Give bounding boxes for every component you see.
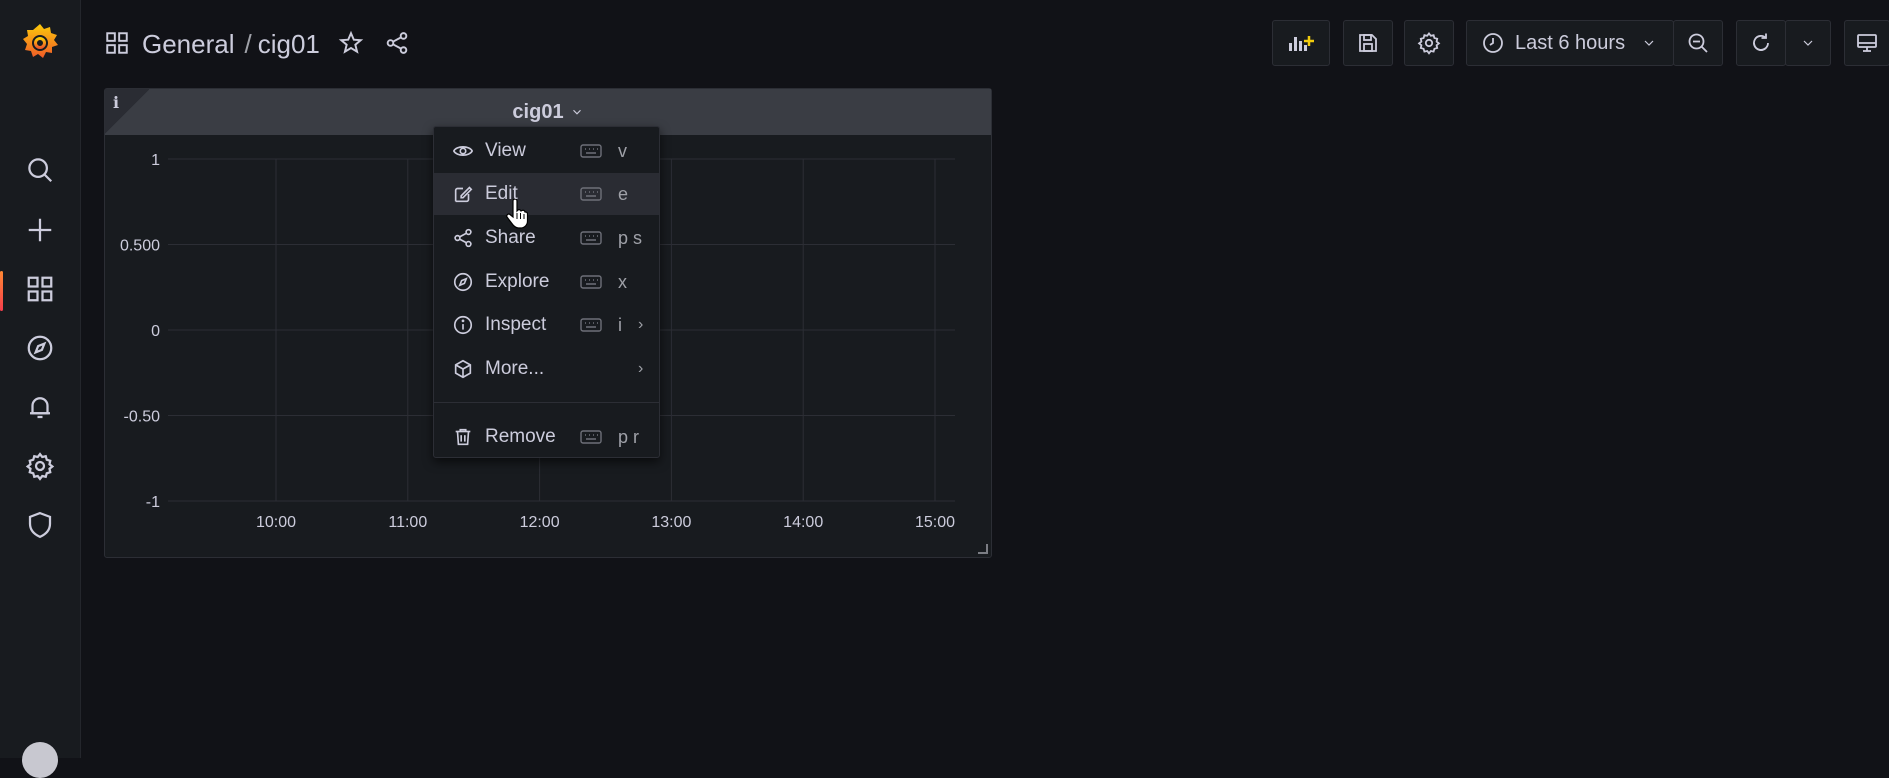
explore-compass-icon[interactable] [0, 322, 80, 374]
menu-item-inspect[interactable]: Inspect i › [434, 304, 659, 346]
submenu-chevron-icon: › [638, 360, 644, 377]
x-tick-label: 14:00 [783, 514, 823, 531]
plus-icon[interactable] [0, 204, 80, 256]
chevron-down-icon [572, 109, 581, 115]
menu-item-view[interactable]: View v [434, 130, 659, 172]
user-avatar[interactable] [22, 742, 58, 778]
y-tick-label: -0.50 [124, 409, 161, 426]
grafana-logo[interactable] [18, 20, 62, 64]
dashboard-settings-button[interactable] [1404, 20, 1454, 66]
cube-icon [452, 358, 474, 380]
chevron-down-icon [1644, 40, 1654, 46]
menu-item-edit[interactable]: Edit e [434, 173, 659, 215]
refresh-icon [1753, 33, 1769, 51]
panel-info-corner[interactable]: i [105, 89, 149, 135]
y-tick-label: 1 [151, 152, 160, 169]
share-icon [452, 227, 474, 249]
panel-context-menu: View v Edit e Share p s Explore x Inspec… [433, 126, 660, 458]
gear-icon [1417, 32, 1441, 55]
star-icon[interactable] [338, 30, 366, 58]
menu-item-shortcut: p r [618, 426, 640, 447]
info-circle-icon [452, 314, 474, 336]
sidebar [0, 0, 81, 778]
menu-item-label: Share [485, 227, 536, 248]
breadcrumb-folder[interactable]: General [142, 29, 235, 60]
configuration-gear-icon[interactable] [0, 440, 80, 492]
compass-icon [452, 271, 474, 293]
time-range-label: Last 6 hours [1515, 31, 1626, 54]
menu-item-label: Edit [485, 183, 518, 204]
menu-item-shortcut: p s [618, 227, 643, 248]
tv-mode-button[interactable] [1844, 20, 1889, 66]
menu-item-shortcut: x [618, 271, 627, 292]
refresh-interval-dropdown[interactable] [1785, 20, 1831, 66]
y-tick-label: -1 [146, 494, 160, 511]
keyboard-icon [580, 275, 602, 289]
y-tick-label: 0.500 [120, 238, 160, 255]
menu-item-label: Remove [485, 426, 556, 447]
submenu-chevron-icon: › [638, 316, 644, 333]
menu-item-shortcut: v [618, 140, 627, 161]
trash-icon [452, 426, 474, 448]
menu-item-shortcut: i [618, 314, 622, 335]
keyboard-icon [580, 144, 602, 158]
share-dashboard-icon[interactable] [384, 30, 412, 58]
add-panel-button[interactable] [1272, 20, 1330, 66]
chevron-down-icon [1803, 40, 1813, 46]
save-dashboard-button[interactable] [1343, 20, 1393, 66]
x-tick-label: 11:00 [388, 514, 427, 531]
alerting-bell-icon[interactable] [0, 381, 80, 433]
menu-item-label: View [485, 140, 526, 161]
edit-icon [452, 183, 474, 205]
dashboard-navbar: General / cig01 Last 6 hours [80, 0, 1889, 86]
zoom-out-button[interactable] [1673, 20, 1723, 66]
monitor-icon [1857, 34, 1877, 52]
x-tick-label: 12:00 [520, 514, 560, 531]
panel-title-text: cig01 [512, 100, 564, 123]
clock-icon [1483, 33, 1503, 53]
time-range-picker[interactable]: Last 6 hours [1466, 20, 1674, 66]
x-tick-label: 13:00 [651, 514, 691, 531]
zoom-out-icon [1688, 33, 1708, 53]
menu-item-explore[interactable]: Explore x [434, 261, 659, 303]
menu-item-share[interactable]: Share p s [434, 217, 659, 259]
panel-title[interactable]: cig01 [512, 101, 583, 124]
x-tick-label: 15:00 [915, 514, 955, 531]
refresh-button[interactable] [1736, 20, 1786, 66]
panel-resize-handle[interactable] [978, 544, 988, 554]
menu-item-label: More... [485, 358, 545, 379]
y-tick-label: 0 [151, 323, 160, 340]
menu-item-shortcut: e [618, 183, 629, 204]
keyboard-icon [580, 430, 602, 444]
add-panel-icon [1289, 36, 1314, 51]
dashboard-title[interactable]: cig01 [258, 29, 320, 60]
save-icon [1359, 34, 1377, 52]
keyboard-icon [580, 318, 602, 332]
menu-item-label: Explore [485, 271, 550, 292]
breadcrumb-separator: / [244, 28, 252, 59]
eye-icon [452, 140, 474, 162]
keyboard-icon [580, 231, 602, 245]
keyboard-icon [580, 187, 602, 201]
menu-item-remove[interactable]: Remove p r [434, 416, 659, 458]
menu-item-label: Inspect [485, 314, 547, 335]
x-tick-label: 10:00 [256, 514, 296, 531]
breadcrumb: General / cig01 [104, 26, 412, 62]
server-admin-shield-icon[interactable] [0, 499, 80, 551]
search-icon[interactable] [0, 144, 80, 196]
menu-divider [434, 402, 659, 403]
dashboards-grid-icon [104, 30, 132, 58]
menu-item-more[interactable]: More... › [434, 348, 659, 390]
dashboards-icon[interactable] [0, 263, 80, 315]
